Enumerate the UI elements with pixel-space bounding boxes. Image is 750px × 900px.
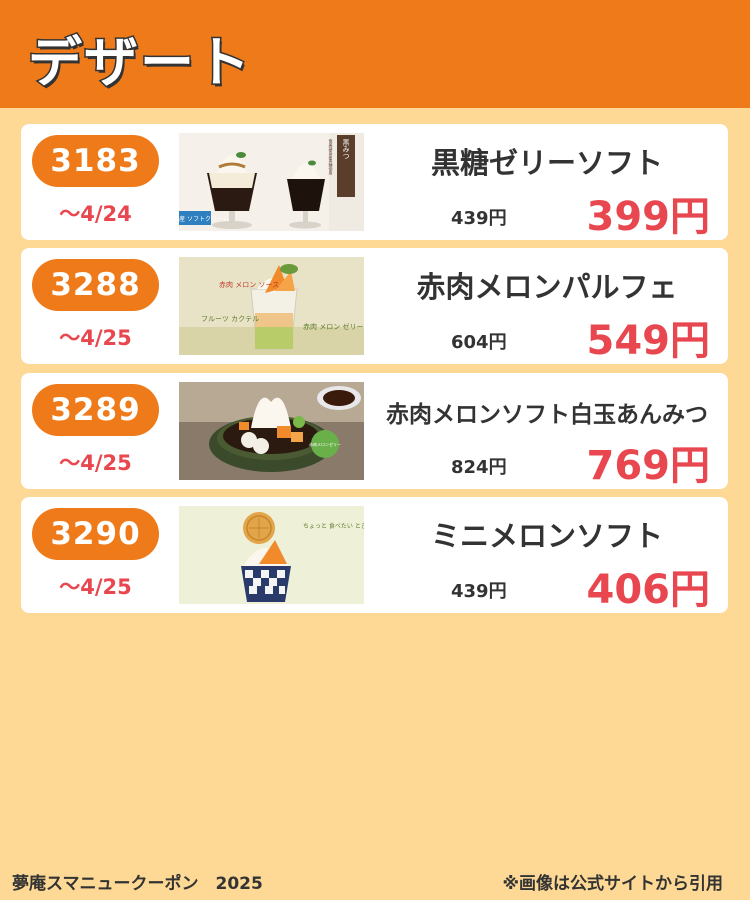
photo-label-jelly: 赤肉メロンゼリー	[309, 441, 341, 447]
photo-label-jelly: 赤肉 メロン ゼリー	[303, 322, 363, 331]
product-photo: 赤肉メロンゼリー	[179, 382, 364, 480]
coupon-code-badge: 3289	[32, 384, 159, 436]
coupon-code-badge: 3290	[32, 508, 159, 560]
regular-price: 604円	[451, 332, 507, 353]
product-name: ミニメロンソフト	[430, 519, 663, 553]
photo-label-sauce: 赤肉 メロン ソース	[219, 280, 279, 289]
product-photo: 北海道産 ソフトクリーム 黒みつ 奄美諸島産黒糖使用	[179, 133, 364, 231]
coupon-price: 769円	[586, 443, 711, 489]
valid-until: 〜4/25	[59, 326, 132, 350]
coupon-price: 406円	[586, 567, 711, 613]
coupon-code-badge: 3183	[32, 135, 159, 187]
coupon-card-4[interactable]: 3290 〜4/25 ちょっと 食べたい ときに… ミニメロンソフト 439円 …	[21, 497, 728, 613]
valid-until: 〜4/24	[59, 202, 132, 226]
coupon-price: 399円	[586, 194, 711, 240]
photo-label-caption: ちょっと 食べたい ときに…	[303, 522, 364, 530]
photo-label-soft: 北海道産 ソフトクリーム	[179, 215, 229, 223]
coupon-card-2[interactable]: 3288 〜4/25 赤肉 メロン ソース フルーツ カクテル 赤肉 メロン ゼ…	[21, 248, 728, 364]
coupon-card-3[interactable]: 3289 〜4/25 赤肉メロンゼリー 赤肉メロンソフト白玉あんみつ 824円 …	[21, 373, 728, 489]
coupon-code-badge: 3288	[32, 259, 159, 311]
page-header: デザート	[0, 0, 750, 108]
coupon-price: 549円	[586, 318, 711, 364]
page-title: デザート	[27, 30, 252, 96]
footer-source: 夢庵スマニュークーポン 2025	[12, 874, 263, 894]
product-name: 赤肉メロンパルフェ	[416, 270, 678, 304]
product-name: 黒糖ゼリーソフト	[430, 146, 663, 180]
valid-until: 〜4/25	[59, 451, 132, 475]
footer-note: ※画像は公式サイトから引用	[502, 874, 723, 894]
photo-label-kuromitsu: 黒みつ	[342, 139, 350, 160]
photo-label-origin: 奄美諸島産黒糖使用	[329, 138, 334, 176]
photo-label-fruit: フルーツ カクテル	[201, 315, 259, 323]
regular-price: 824円	[451, 457, 507, 478]
regular-price: 439円	[451, 208, 507, 229]
regular-price: 439円	[451, 581, 507, 602]
product-photo: ちょっと 食べたい ときに…	[179, 506, 364, 604]
valid-until: 〜4/25	[59, 575, 132, 599]
product-name: 赤肉メロンソフト白玉あんみつ	[386, 402, 708, 428]
coupon-card-1[interactable]: 3183 〜4/24 北海道産 ソフトクリーム 黒みつ 奄美諸島	[21, 124, 728, 240]
product-photo: 赤肉 メロン ソース フルーツ カクテル 赤肉 メロン ゼリー	[179, 257, 364, 355]
